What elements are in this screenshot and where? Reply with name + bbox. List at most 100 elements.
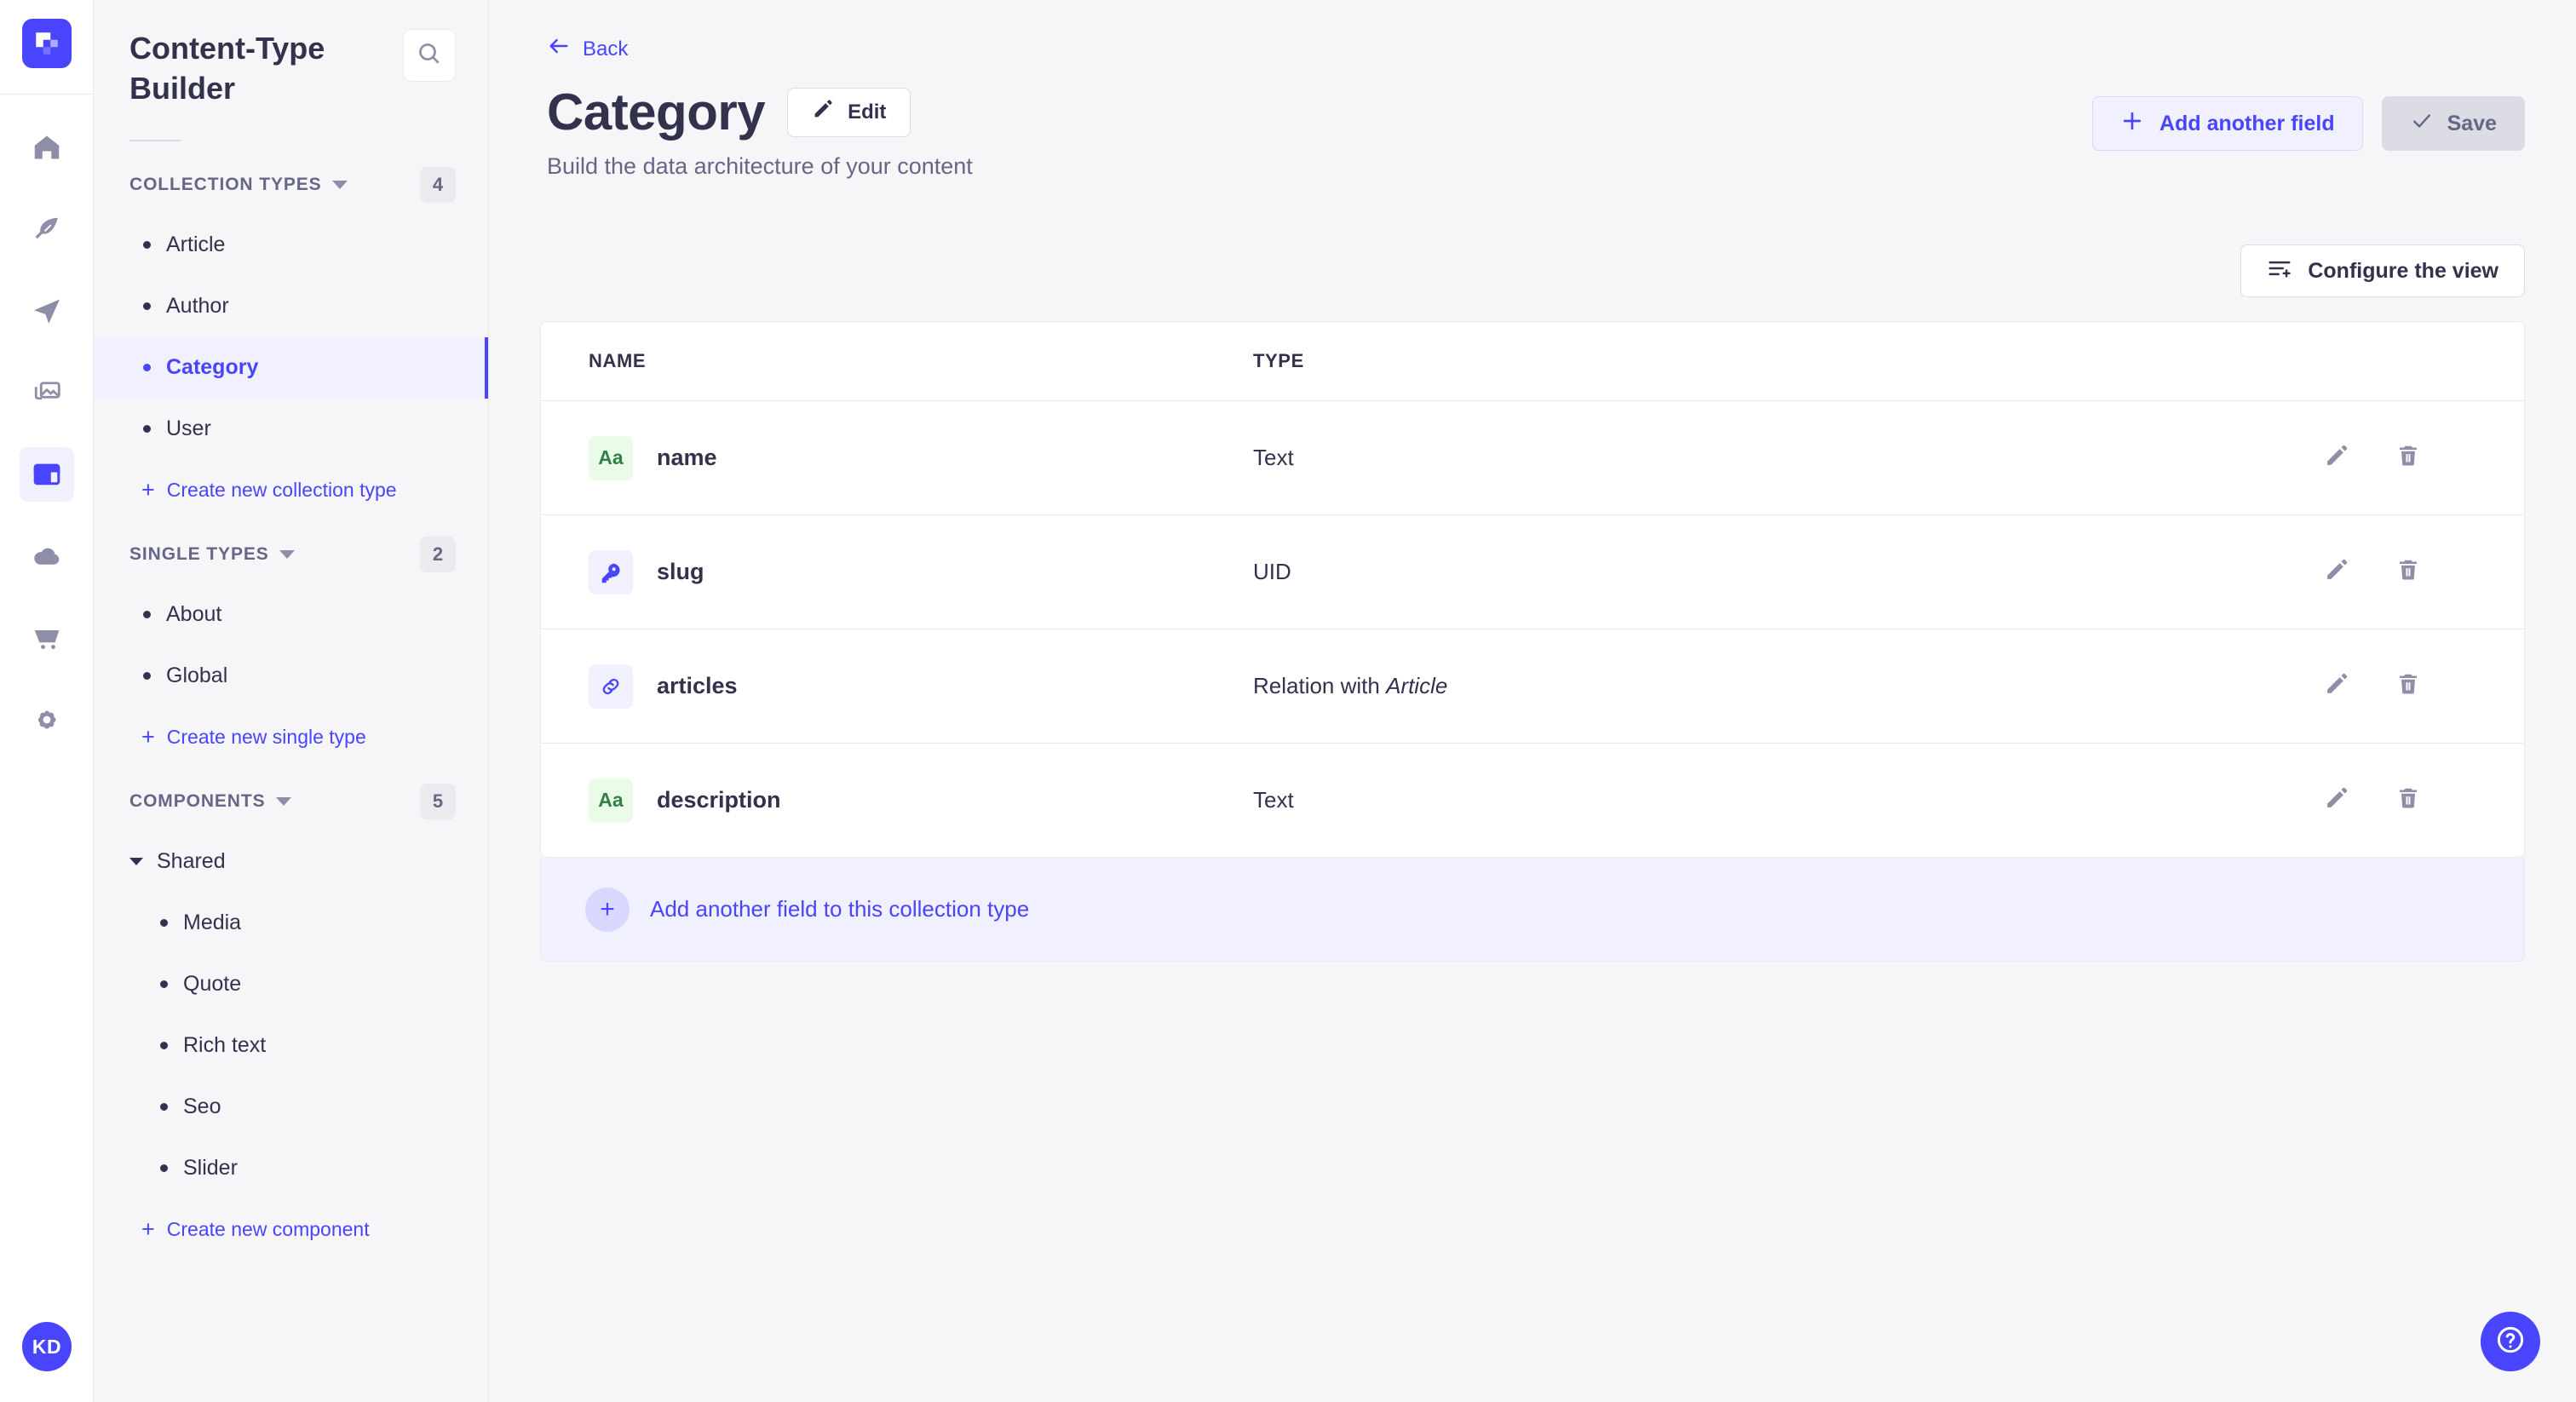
edit-field-button[interactable] — [2320, 669, 2354, 704]
gear-icon — [32, 704, 62, 735]
configure-the-view-label: Configure the view — [2308, 259, 2498, 284]
cell-name: Aa name — [589, 436, 1253, 480]
sidebar-item-user[interactable]: User — [94, 399, 488, 460]
component-group-shared-toggle[interactable]: Shared — [94, 831, 488, 893]
rail-item-settings[interactable] — [20, 692, 74, 747]
table-row[interactable]: Aa name Text — [541, 400, 2524, 514]
rail-item-cloud[interactable] — [20, 529, 74, 583]
table-row[interactable]: Aa description Text — [541, 743, 2524, 857]
chevron-down-icon — [279, 550, 295, 559]
chevron-down-icon — [129, 858, 143, 865]
shopping-cart-icon — [32, 623, 62, 653]
edit-field-button[interactable] — [2320, 784, 2354, 818]
layout-icon — [32, 459, 62, 490]
group-header-left: COMPONENTS — [129, 791, 291, 812]
edit-field-button[interactable] — [2320, 555, 2354, 589]
sidebar-item-label: Author — [166, 294, 229, 319]
cell-actions — [2320, 441, 2524, 475]
create-new-collection-type-link[interactable]: + Create new collection type — [94, 460, 488, 521]
group-header-collection-types[interactable]: COLLECTION TYPES 4 — [94, 167, 488, 203]
sidebar-item-slider[interactable]: Slider — [94, 1138, 488, 1199]
field-type-label: Relation with — [1253, 673, 1386, 698]
pencil-icon — [2324, 785, 2349, 815]
text-icon: Aa — [589, 436, 633, 480]
sidebar-item-category[interactable]: Category — [94, 337, 488, 399]
delete-field-button[interactable] — [2391, 669, 2425, 704]
plus-icon: + — [141, 1218, 155, 1241]
add-another-field-button[interactable]: Add another field — [2092, 96, 2363, 151]
back-link-label: Back — [583, 37, 628, 61]
rail-item-content-manager[interactable] — [20, 202, 74, 256]
rail-item-content-type-builder[interactable] — [20, 447, 74, 502]
search-button[interactable] — [403, 29, 456, 82]
sidebar-item-label: Slider — [183, 1156, 238, 1181]
component-group-label: Shared — [157, 849, 226, 874]
page-title: Category — [547, 83, 765, 141]
save-button[interactable]: Save — [2382, 96, 2525, 151]
sidebar-item-label: Quote — [183, 972, 241, 997]
sidebar-item-seo[interactable]: Seo — [94, 1077, 488, 1138]
group-count-badge: 5 — [420, 784, 456, 819]
field-type-target: Article — [1386, 673, 1447, 698]
group-header-components[interactable]: COMPONENTS 5 — [94, 784, 488, 819]
text-badge-label: Aa — [598, 789, 623, 812]
sidebar-item-about[interactable]: About — [94, 584, 488, 646]
avatar[interactable]: KD — [22, 1322, 72, 1371]
trash-icon — [2395, 443, 2421, 473]
create-link-label: Create new collection type — [167, 479, 397, 502]
table-row[interactable]: articles Relation with Article — [541, 629, 2524, 743]
group-label: COMPONENTS — [129, 791, 266, 812]
cell-name: slug — [589, 550, 1253, 595]
sidebar-item-author[interactable]: Author — [94, 276, 488, 337]
plus-icon: + — [141, 479, 155, 502]
delete-field-button[interactable] — [2391, 441, 2425, 475]
page-header-actions: Add another field Save — [2092, 83, 2525, 151]
create-link-label: Create new single type — [167, 726, 366, 749]
cell-actions — [2320, 784, 2524, 818]
delete-field-button[interactable] — [2391, 784, 2425, 818]
help-button[interactable] — [2481, 1312, 2540, 1371]
edit-button[interactable]: Edit — [787, 88, 911, 137]
trash-icon — [2395, 785, 2421, 815]
field-name: slug — [657, 559, 704, 585]
text-icon: Aa — [589, 779, 633, 823]
app-root: KD Content-Type Builder COLLECTION TYPES… — [0, 0, 2576, 1402]
plus-icon: + — [585, 888, 630, 932]
add-another-field-row[interactable]: + Add another field to this collection t… — [540, 858, 2525, 962]
field-name: articles — [657, 673, 738, 699]
trash-icon — [2395, 671, 2421, 701]
rail-item-deploy[interactable] — [20, 284, 74, 338]
bullet-icon — [143, 611, 151, 618]
edit-field-button[interactable] — [2320, 441, 2354, 475]
sidebar-item-label: Seo — [183, 1095, 221, 1119]
chevron-down-icon — [276, 797, 291, 806]
fields-table: NAME TYPE Aa name Text — [540, 321, 2525, 858]
pencil-icon — [812, 98, 834, 126]
group-header-left: SINGLE TYPES — [129, 544, 295, 565]
trash-icon — [2395, 557, 2421, 587]
title-row: Category Edit — [547, 83, 973, 141]
rail-item-list — [0, 120, 93, 747]
rail-item-marketplace[interactable] — [20, 611, 74, 665]
sidebar-item-quote[interactable]: Quote — [94, 954, 488, 1015]
rail-item-home[interactable] — [20, 120, 74, 175]
check-icon — [2410, 109, 2434, 139]
group-header-single-types[interactable]: SINGLE TYPES 2 — [94, 537, 488, 572]
back-link[interactable]: Back — [547, 34, 628, 64]
sidebar-item-media[interactable]: Media — [94, 893, 488, 954]
create-new-component-link[interactable]: + Create new component — [94, 1199, 488, 1261]
table-row[interactable]: slug UID — [541, 514, 2524, 629]
cell-type: Relation with Article — [1253, 673, 2320, 699]
sidebar-item-article[interactable]: Article — [94, 215, 488, 276]
cell-type: Text — [1253, 787, 2320, 813]
strapi-logo-icon[interactable] — [22, 19, 72, 68]
configure-row: Configure the view — [540, 244, 2525, 297]
sidebar-item-rich-text[interactable]: Rich text — [94, 1015, 488, 1077]
sidebar-item-global[interactable]: Global — [94, 646, 488, 707]
rail-item-media-library[interactable] — [20, 365, 74, 420]
field-type-label: UID — [1253, 559, 1291, 584]
field-name: description — [657, 787, 781, 813]
create-new-single-type-link[interactable]: + Create new single type — [94, 707, 488, 768]
delete-field-button[interactable] — [2391, 555, 2425, 589]
configure-the-view-button[interactable]: Configure the view — [2240, 244, 2525, 297]
